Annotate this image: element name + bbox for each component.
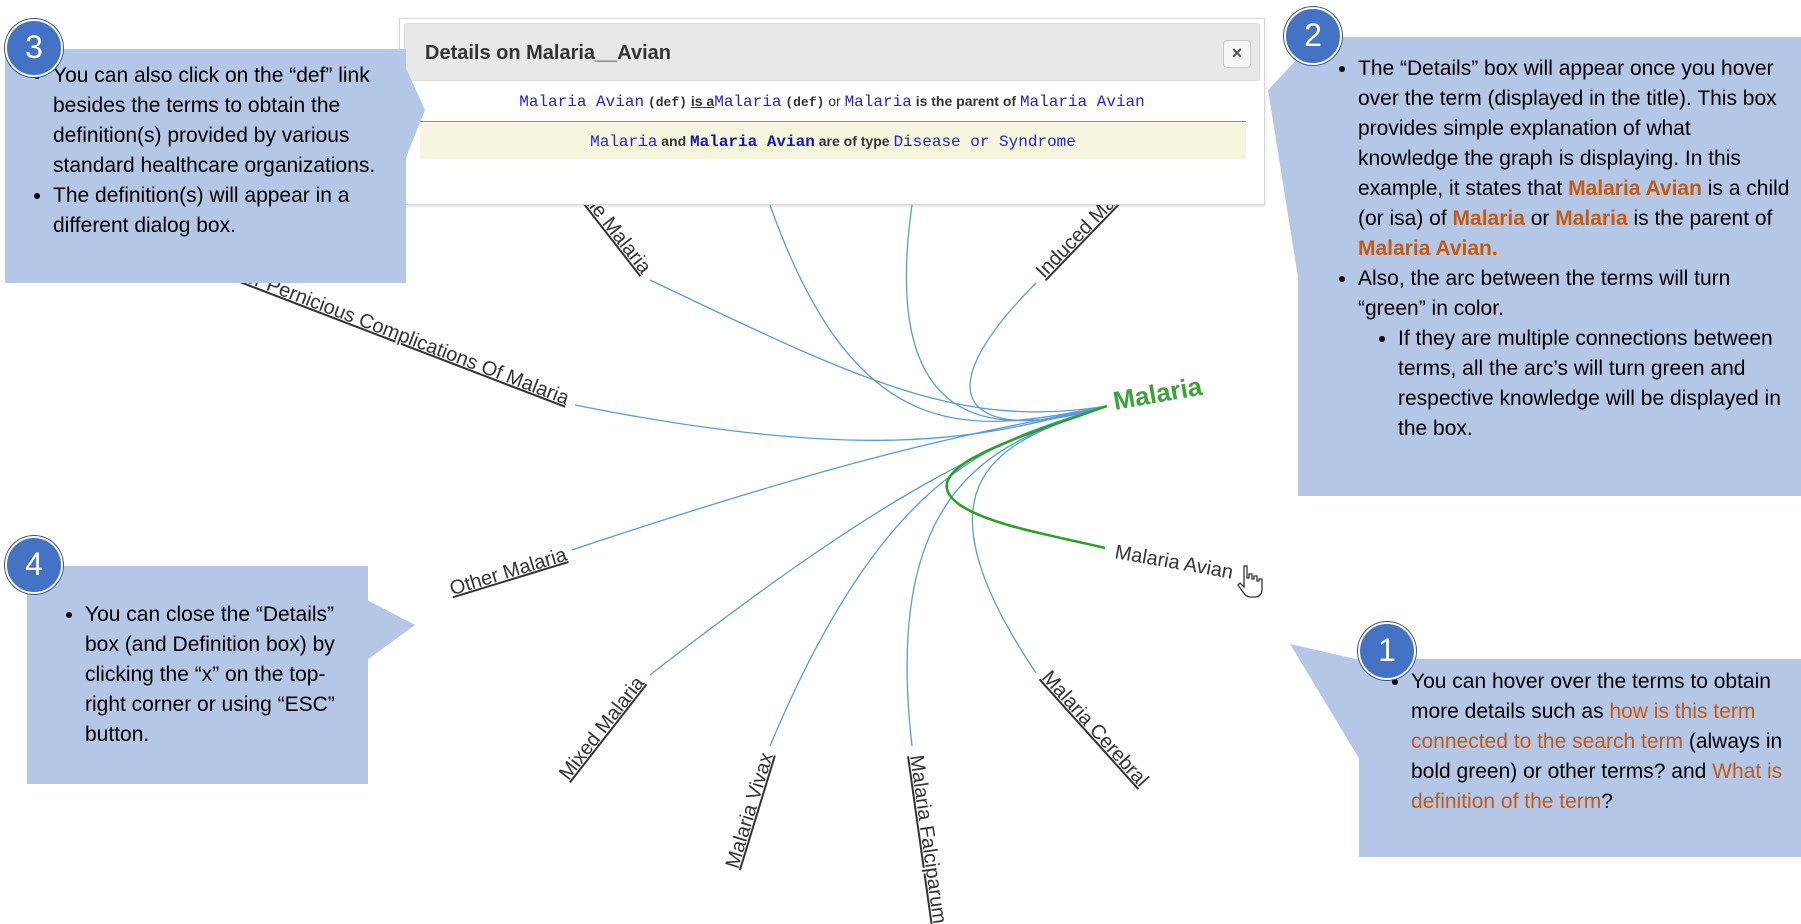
callout-4: You can close the “Details” box (and Def…: [27, 566, 368, 784]
callout-4-bullet-1: You can close the “Details” box (and Def…: [85, 600, 352, 750]
callout-1-bullet-1: You can hover over the terms to obtain m…: [1411, 667, 1791, 817]
callout-2-bullet-2: Also, the arc between the terms will tur…: [1358, 264, 1791, 324]
callout-1: You can hover over the terms to obtain m…: [1359, 659, 1801, 857]
badge-2: 2: [1284, 7, 1342, 65]
callout-2: The “Details” box will appear once you h…: [1298, 37, 1801, 496]
callout-2-bullet-1: The “Details” box will appear once you h…: [1358, 54, 1791, 264]
callout-2-sub-bullet: If they are multiple connections between…: [1398, 324, 1791, 444]
badge-1: 1: [1358, 622, 1416, 680]
callout-2-subgroup: If they are multiple connections between…: [1358, 324, 1791, 444]
callout-3-bullet-2: The definition(s) will appear in a diffe…: [53, 181, 388, 241]
badge-3: 3: [5, 19, 63, 77]
callout-3-bullet-1: You can also click on the “def” link bes…: [53, 61, 388, 181]
badge-4: 4: [5, 536, 63, 594]
callout-3: You can also click on the “def” link bes…: [5, 49, 406, 283]
